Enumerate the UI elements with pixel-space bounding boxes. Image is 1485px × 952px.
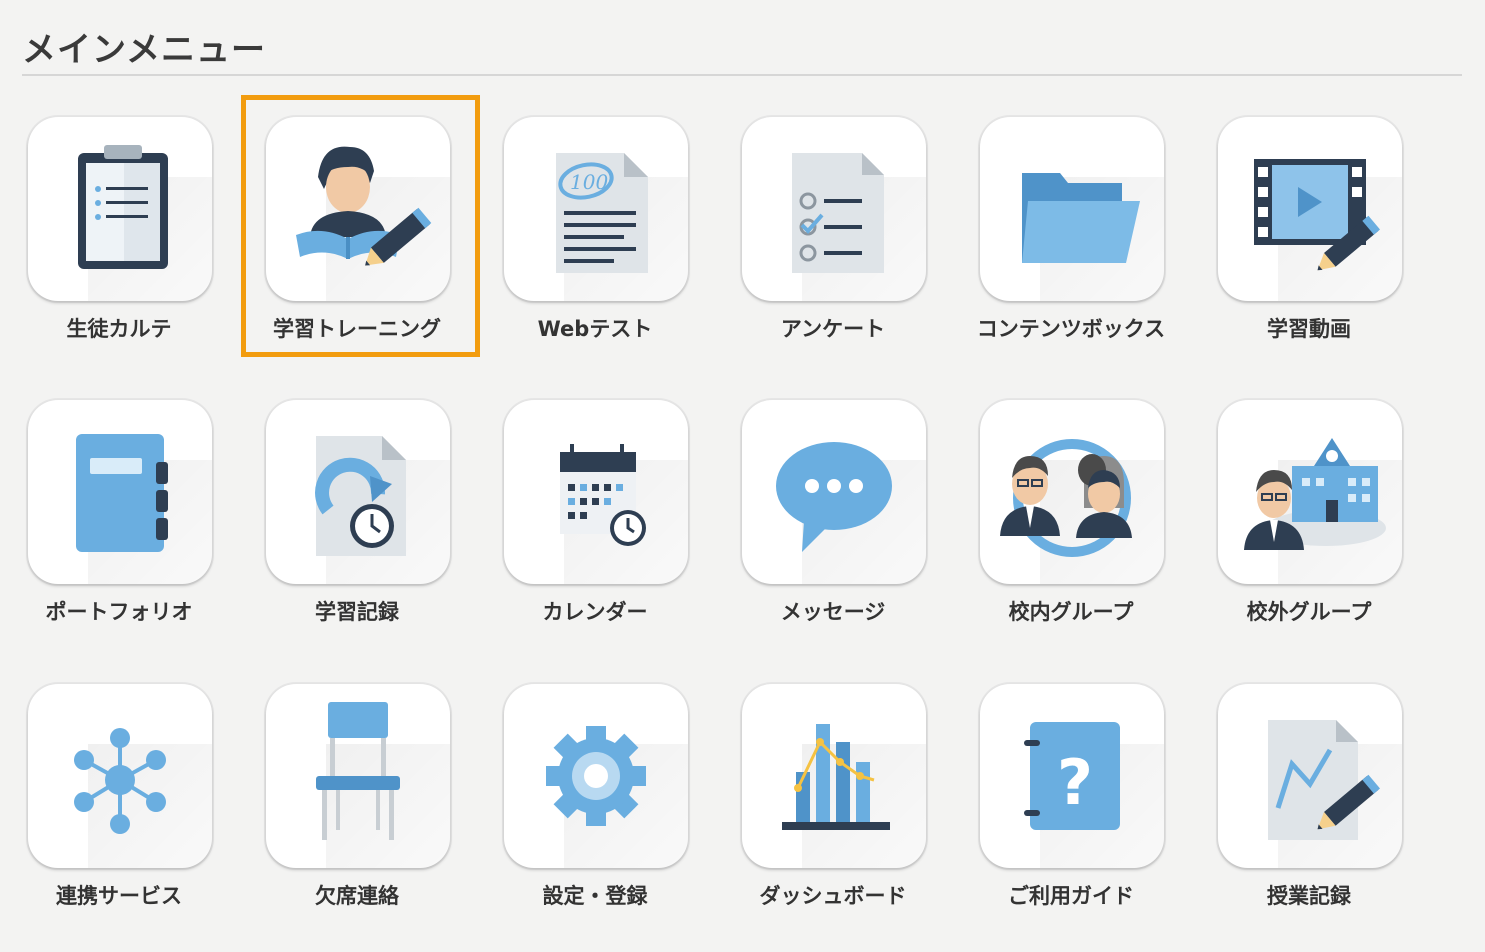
menu-item-user-guide[interactable]: ? ご利用ガイド bbox=[952, 662, 1190, 912]
menu-item-label: ポートフォリオ bbox=[45, 600, 193, 624]
menu-item-label: コンテンツボックス bbox=[976, 317, 1166, 341]
menu-item-label: 学習トレーニング bbox=[273, 317, 441, 341]
menu-card[interactable] bbox=[266, 684, 450, 868]
menu-item-student-chart[interactable]: 生徒カルテ bbox=[0, 95, 238, 345]
chair-icon bbox=[316, 702, 400, 840]
menu-item-lesson-record[interactable]: 授業記録 bbox=[1190, 662, 1428, 912]
menu-item-dashboard[interactable]: ダッシュボード bbox=[714, 662, 952, 912]
menu-item-calendar[interactable]: カレンダー bbox=[476, 378, 714, 628]
network-icon bbox=[74, 728, 166, 834]
menu-item-label: 生徒カルテ bbox=[66, 317, 172, 341]
chat-bubble-icon bbox=[776, 442, 892, 552]
checklist-icon bbox=[792, 153, 884, 273]
menu-card[interactable] bbox=[28, 684, 212, 868]
menu-card[interactable] bbox=[1218, 400, 1402, 584]
menu-card[interactable] bbox=[266, 117, 450, 301]
menu-item-portfolio[interactable]: ポートフォリオ bbox=[0, 378, 238, 628]
school-group-icon bbox=[1000, 439, 1132, 557]
gear-icon bbox=[546, 726, 646, 826]
test-paper-icon: 100 bbox=[556, 153, 648, 273]
menu-item-label: 校内グループ bbox=[1008, 600, 1134, 624]
menu-item-label: 連携サービス bbox=[56, 884, 182, 908]
menu-card[interactable] bbox=[1218, 117, 1402, 301]
student-study-icon bbox=[296, 146, 432, 266]
menu-card[interactable] bbox=[742, 684, 926, 868]
menu-card[interactable] bbox=[28, 117, 212, 301]
menu-item-label: 授業記録 bbox=[1267, 884, 1351, 908]
menu-card[interactable] bbox=[980, 400, 1164, 584]
menu-item-label: 学習動画 bbox=[1267, 317, 1351, 341]
menu-card[interactable] bbox=[28, 400, 212, 584]
menu-item-label: アンケート bbox=[780, 317, 886, 341]
menu-item-label: カレンダー bbox=[542, 600, 648, 624]
menu-grid: 生徒カルテ 学習トレーニング 100 Webテスト アンケート コンテンツボック… bbox=[0, 0, 1485, 952]
menu-item-absence-notice[interactable]: 欠席連絡 bbox=[238, 662, 476, 912]
menu-card[interactable]: ? bbox=[980, 684, 1164, 868]
menu-item-label: 設定・登録 bbox=[542, 884, 648, 908]
calendar-icon bbox=[560, 444, 646, 546]
menu-card[interactable] bbox=[266, 400, 450, 584]
menu-item-external-group[interactable]: 校外グループ bbox=[1190, 378, 1428, 628]
menu-card[interactable] bbox=[742, 117, 926, 301]
menu-card[interactable] bbox=[980, 117, 1164, 301]
menu-card[interactable] bbox=[504, 400, 688, 584]
svg-text:?: ? bbox=[1057, 746, 1093, 819]
menu-item-survey[interactable]: アンケート bbox=[714, 95, 952, 345]
menu-item-school-group[interactable]: 校内グループ bbox=[952, 378, 1190, 628]
menu-item-study-training[interactable]: 学習トレーニング bbox=[238, 95, 476, 345]
bar-chart-icon bbox=[782, 724, 890, 830]
menu-item-label: ご利用ガイド bbox=[1008, 884, 1134, 908]
menu-item-study-record[interactable]: 学習記録 bbox=[238, 378, 476, 628]
menu-item-label: 学習記録 bbox=[315, 600, 399, 624]
menu-item-message[interactable]: メッセージ bbox=[714, 378, 952, 628]
menu-card[interactable] bbox=[742, 400, 926, 584]
menu-item-label: 欠席連絡 bbox=[315, 884, 399, 908]
menu-card[interactable] bbox=[1218, 684, 1402, 868]
menu-item-study-video[interactable]: 学習動画 bbox=[1190, 95, 1428, 345]
menu-item-label: 校外グループ bbox=[1246, 600, 1372, 624]
clipboard-icon bbox=[78, 145, 168, 269]
menu-item-web-test[interactable]: 100 Webテスト bbox=[476, 95, 714, 345]
external-group-icon bbox=[1244, 438, 1386, 550]
menu-card[interactable] bbox=[504, 684, 688, 868]
video-edit-icon bbox=[1254, 159, 1381, 271]
notebook-icon bbox=[76, 434, 168, 552]
menu-item-label: メッセージ bbox=[780, 600, 886, 624]
record-history-icon bbox=[315, 436, 406, 556]
lesson-record-icon bbox=[1268, 720, 1381, 840]
menu-item-label: ダッシュボード bbox=[759, 884, 907, 908]
menu-card[interactable]: 100 bbox=[504, 117, 688, 301]
menu-item-settings[interactable]: 設定・登録 bbox=[476, 662, 714, 912]
menu-item-linked-services[interactable]: 連携サービス bbox=[0, 662, 238, 912]
folder-icon bbox=[1022, 173, 1140, 263]
svg-text:100: 100 bbox=[570, 170, 608, 194]
menu-item-content-box[interactable]: コンテンツボックス bbox=[952, 95, 1190, 345]
menu-item-label: Webテスト bbox=[537, 317, 653, 341]
help-book-icon: ? bbox=[1024, 722, 1120, 830]
